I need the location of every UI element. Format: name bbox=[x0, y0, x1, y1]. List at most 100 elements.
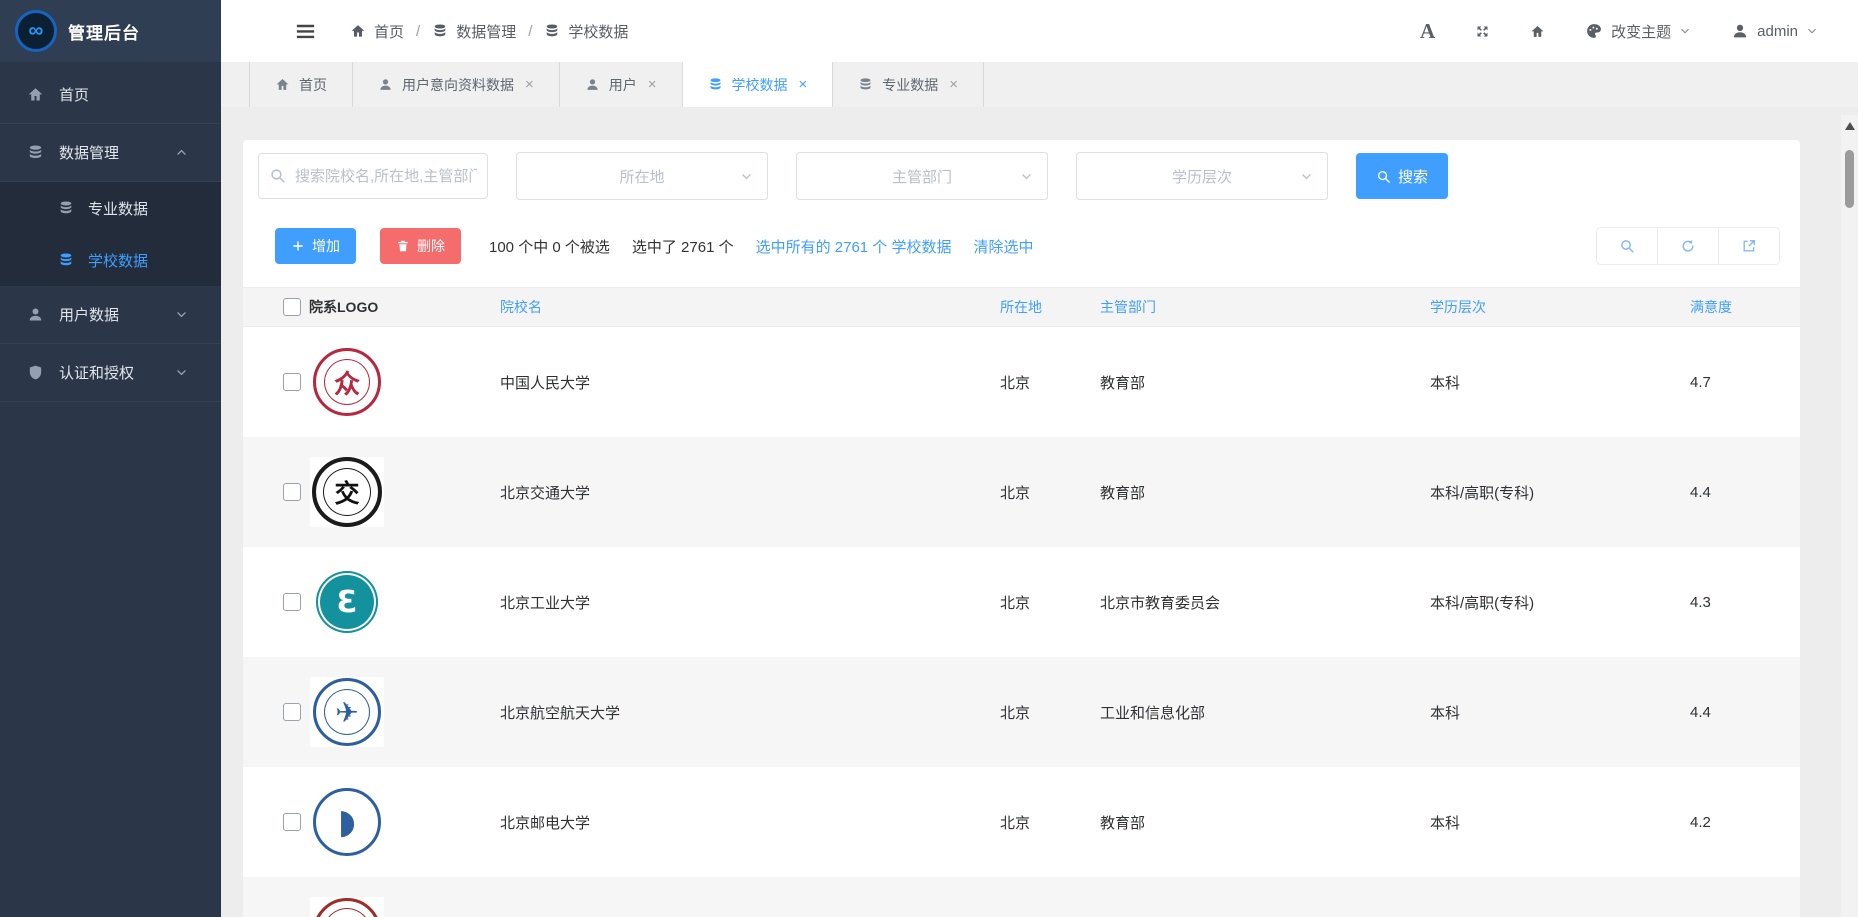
school-logo-emblem bbox=[316, 571, 378, 633]
theme-switcher[interactable]: 改变主题 bbox=[1585, 21, 1691, 42]
delete-button[interactable]: 删除 bbox=[380, 228, 461, 264]
table-row[interactable]: 中国人民大学 北京 教育部 本科 4.7 bbox=[243, 327, 1800, 437]
search-field-wrap bbox=[258, 153, 488, 199]
breadcrumb-school-data[interactable]: 学校数据 bbox=[544, 21, 628, 42]
department-cell: 教育部 bbox=[1080, 372, 1410, 393]
close-icon[interactable]: × bbox=[799, 76, 808, 93]
score-cell: 4.3 bbox=[1670, 594, 1780, 611]
sidebar-item-user-data[interactable]: 用户数据 bbox=[0, 286, 221, 344]
row-checkbox[interactable] bbox=[283, 703, 301, 721]
sidebar-item-major-data[interactable]: 专业数据 bbox=[0, 182, 221, 234]
chevron-up-icon bbox=[175, 146, 188, 159]
home-shortcut-icon[interactable] bbox=[1530, 24, 1545, 39]
palette-icon bbox=[1585, 22, 1603, 40]
tab-major-data[interactable]: 专业数据 × bbox=[833, 62, 984, 107]
school-logo-emblem bbox=[313, 678, 381, 746]
column-header-location[interactable]: 所在地 bbox=[980, 297, 1080, 317]
school-name-cell: 北京邮电大学 bbox=[480, 812, 980, 833]
chevron-down-icon bbox=[1020, 170, 1033, 183]
score-cell: 4.4 bbox=[1670, 704, 1780, 721]
user-icon bbox=[27, 306, 44, 323]
database-icon bbox=[432, 23, 448, 39]
school-logo-emblem bbox=[313, 348, 381, 416]
table-row[interactable]: 北京交通大学 北京 教育部 本科/高职(专科) 4.4 bbox=[243, 437, 1800, 547]
column-header-department[interactable]: 主管部门 bbox=[1080, 297, 1410, 317]
sidebar-item-label: 专业数据 bbox=[88, 198, 148, 219]
location-cell: 北京 bbox=[980, 812, 1080, 833]
table-row[interactable]: 北京工业大学 北京 北京市教育委员会 本科/高职(专科) 4.3 bbox=[243, 547, 1800, 657]
close-icon[interactable]: × bbox=[949, 76, 958, 93]
column-header-name[interactable]: 院校名 bbox=[480, 297, 980, 317]
top-navbar: 首页 / 数据管理 / 学校数据 A 改变主题 a bbox=[221, 0, 1858, 63]
sidebar-item-data-management[interactable]: 数据管理 bbox=[0, 124, 221, 182]
school-logo-emblem bbox=[313, 788, 381, 856]
close-icon[interactable]: × bbox=[525, 76, 534, 93]
row-checkbox[interactable] bbox=[283, 373, 301, 391]
sidebar-item-school-data[interactable]: 学校数据 bbox=[0, 234, 221, 286]
select-all-checkbox[interactable] bbox=[283, 298, 301, 316]
table-row[interactable]: 北京航空航天大学 北京 工业和信息化部 本科 4.4 bbox=[243, 657, 1800, 767]
export-button[interactable] bbox=[1718, 228, 1779, 264]
clear-selection-link[interactable]: 清除选中 bbox=[973, 236, 1033, 257]
row-checkbox[interactable] bbox=[283, 593, 301, 611]
data-panel: 所在地 主管部门 学历层次 搜索 bbox=[243, 140, 1800, 917]
sidebar-item-auth[interactable]: 认证和授权 bbox=[0, 344, 221, 402]
tab-users[interactable]: 用户 × bbox=[560, 62, 683, 107]
database-icon bbox=[58, 252, 74, 268]
vertical-scrollbar[interactable] bbox=[1841, 115, 1858, 917]
select-placeholder: 学历层次 bbox=[1172, 166, 1232, 187]
delete-button-label: 删除 bbox=[417, 236, 445, 256]
select-all-link[interactable]: 选中所有的 2761 个 学校数据 bbox=[756, 236, 952, 257]
home-icon bbox=[27, 86, 44, 103]
user-icon bbox=[1731, 22, 1749, 40]
user-icon bbox=[378, 77, 393, 92]
tab-user-intent-data[interactable]: 用户意向资料数据 × bbox=[353, 62, 560, 107]
column-header-score[interactable]: 满意度 bbox=[1670, 297, 1780, 317]
row-checkbox[interactable] bbox=[283, 483, 301, 501]
table-search-toggle-button[interactable] bbox=[1597, 228, 1657, 264]
tab-label: 用户 bbox=[609, 75, 637, 95]
tab-label: 首页 bbox=[299, 75, 327, 95]
refresh-button[interactable] bbox=[1657, 228, 1718, 264]
table-row[interactable] bbox=[243, 877, 1800, 917]
school-logo bbox=[310, 457, 384, 527]
close-icon[interactable]: × bbox=[648, 76, 657, 93]
tab-school-data[interactable]: 学校数据 × bbox=[683, 62, 834, 107]
search-input[interactable] bbox=[258, 153, 488, 199]
tab-home[interactable]: 首页 bbox=[249, 62, 353, 107]
hamburger-menu-icon[interactable] bbox=[294, 20, 317, 43]
location-select[interactable]: 所在地 bbox=[516, 152, 768, 200]
search-button[interactable]: 搜索 bbox=[1356, 153, 1448, 199]
school-logo bbox=[310, 897, 384, 917]
location-cell: 北京 bbox=[980, 372, 1080, 393]
row-checkbox[interactable] bbox=[283, 813, 301, 831]
breadcrumb-home[interactable]: 首页 bbox=[350, 21, 404, 42]
department-cell: 北京市教育委员会 bbox=[1080, 592, 1410, 613]
level-select[interactable]: 学历层次 bbox=[1076, 152, 1328, 200]
sidebar-item-label: 首页 bbox=[59, 84, 89, 105]
location-cell: 北京 bbox=[980, 482, 1080, 503]
username: admin bbox=[1757, 23, 1798, 40]
user-menu[interactable]: admin bbox=[1731, 22, 1818, 40]
sidebar-item-home[interactable]: 首页 bbox=[0, 66, 221, 124]
font-size-button[interactable]: A bbox=[1420, 19, 1435, 44]
table-row[interactable]: 北京邮电大学 北京 教育部 本科 4.2 bbox=[243, 767, 1800, 877]
breadcrumb-label: 数据管理 bbox=[456, 21, 516, 42]
shield-icon bbox=[27, 364, 44, 381]
column-header-level[interactable]: 学历层次 bbox=[1410, 297, 1670, 317]
chevron-down-icon bbox=[740, 170, 753, 183]
breadcrumb-data-management[interactable]: 数据管理 bbox=[432, 21, 516, 42]
fullscreen-icon[interactable] bbox=[1475, 24, 1490, 39]
department-select[interactable]: 主管部门 bbox=[796, 152, 1048, 200]
scrollbar-thumb[interactable] bbox=[1845, 150, 1854, 208]
score-cell: 4.2 bbox=[1670, 814, 1780, 831]
school-name-cell: 中国人民大学 bbox=[480, 372, 980, 393]
level-cell: 本科/高职(专科) bbox=[1410, 482, 1670, 503]
school-logo bbox=[310, 567, 384, 637]
breadcrumb-separator: / bbox=[528, 23, 532, 40]
database-icon bbox=[544, 23, 560, 39]
department-cell: 教育部 bbox=[1080, 812, 1410, 833]
sidebar-menu: 首页 数据管理 专业数据 学校数据 用户数据 bbox=[0, 66, 221, 402]
scroll-up-arrow-icon[interactable] bbox=[1845, 122, 1855, 130]
add-button[interactable]: 增加 bbox=[275, 228, 356, 264]
